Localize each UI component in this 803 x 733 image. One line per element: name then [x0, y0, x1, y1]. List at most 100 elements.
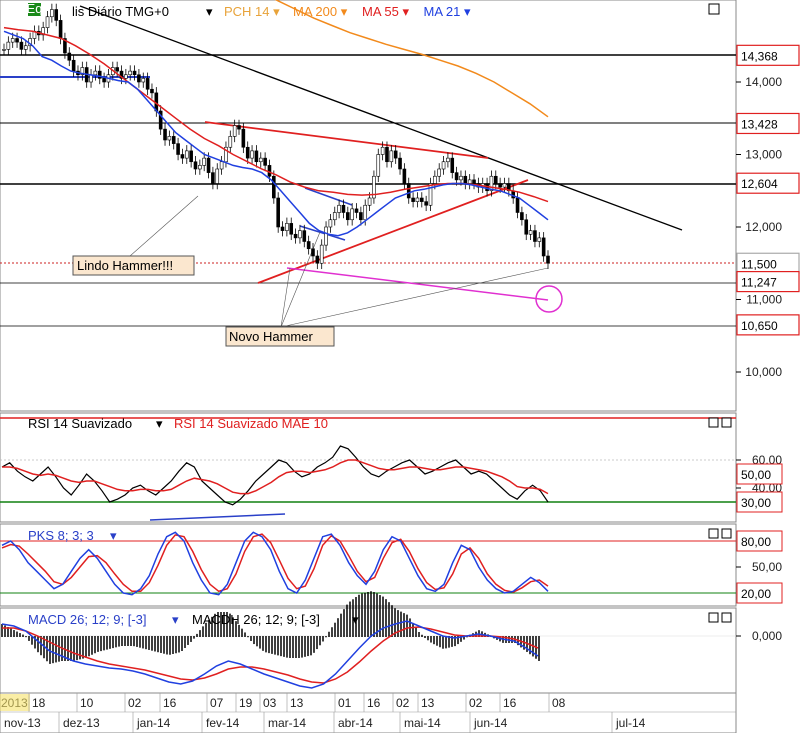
pks-title: PKS 8; 3; 3 [28, 528, 94, 543]
macd-tick-label: 0,000 [752, 629, 782, 643]
candle-body [93, 70, 98, 76]
candle-body [337, 204, 341, 213]
month-label: jun-14 [473, 716, 508, 730]
candle-body [276, 197, 280, 228]
candle-body [128, 70, 133, 76]
candle-body [102, 78, 106, 83]
candle-body [502, 183, 507, 188]
candle-body [19, 41, 24, 50]
candle-body [385, 146, 389, 163]
day-label: 16 [503, 696, 517, 710]
year-highlight [0, 694, 30, 711]
candle-body [454, 172, 459, 181]
chart-canvas: 60,0040,0050,0030,00 50,0080,0020,00 0,0… [0, 0, 800, 733]
candle-body [533, 230, 537, 242]
candle-body [524, 219, 529, 235]
candle-body [332, 212, 337, 221]
day-label: 02 [396, 696, 410, 710]
month-label: jul-14 [615, 716, 646, 730]
candle-body [424, 201, 428, 206]
day-label: 02 [469, 696, 483, 710]
candle-body [258, 157, 263, 163]
candle-body [228, 136, 233, 148]
indicator-label-0: PCH 14 ▾ [224, 4, 280, 19]
candle-body [2, 49, 6, 51]
candle-body [141, 78, 146, 83]
candle-body [350, 208, 354, 221]
price-tick-label: 10,000 [745, 365, 782, 379]
macd-restore-icon[interactable] [708, 612, 719, 623]
candle-body [180, 154, 185, 159]
candle-body [215, 168, 220, 184]
chart-title: lis Diário TMG+0 [72, 4, 169, 19]
title-dropdown-icon[interactable]: ▾ [206, 4, 213, 19]
pks-dropdown-icon[interactable]: ▾ [110, 528, 117, 543]
candle-body [285, 223, 289, 231]
candle-body [241, 128, 246, 148]
day-label: 13 [421, 696, 435, 710]
day-label: 13 [290, 696, 304, 710]
candle-body [398, 157, 402, 170]
price-tag-label: 12,604 [741, 177, 778, 191]
candle-body [528, 230, 533, 235]
macdh-dropdown-icon[interactable]: ▾ [352, 612, 359, 627]
candle-body [376, 154, 381, 177]
candle-body [45, 16, 50, 28]
candle-body [341, 204, 346, 213]
pks-restore-icon[interactable] [708, 528, 719, 539]
candle-body [324, 226, 328, 246]
price-tick-label: 14,000 [745, 75, 782, 89]
candle-body [137, 74, 141, 83]
candle-body [541, 237, 546, 257]
candle-body [328, 219, 333, 228]
price-tag-label: 10,650 [741, 319, 778, 333]
eq-badge-label: Eq [27, 1, 43, 16]
pks-tick-label: 50,00 [752, 560, 782, 574]
candle-body [132, 70, 137, 76]
rsi-tag-label: 50,00 [741, 468, 771, 482]
macd-dropdown-icon[interactable]: ▾ [172, 612, 179, 627]
macdh-title: MACDH 26; 12; 9; [-3] [192, 612, 320, 627]
macd-maximize-icon[interactable] [721, 612, 732, 623]
novo-hammer-label: Novo Hammer [229, 329, 313, 344]
rsi-dropdown-icon[interactable]: ▾ [156, 416, 163, 431]
candle-body [298, 230, 302, 239]
day-label: 19 [239, 696, 253, 710]
candle-body [150, 88, 154, 94]
month-label: jan-14 [136, 716, 171, 730]
month-label: fev-14 [206, 716, 240, 730]
rsi-title: RSI 14 Suavizado [28, 416, 132, 431]
candle-body [163, 128, 167, 141]
candle-body [145, 78, 150, 90]
candle-body [232, 125, 237, 137]
candle-body [254, 150, 259, 163]
candle-body [406, 183, 411, 199]
day-label: 16 [367, 696, 381, 710]
day-label: 16 [163, 696, 177, 710]
rsi-restore-icon[interactable] [708, 417, 719, 428]
candle-body [493, 175, 498, 184]
day-label: 02 [128, 696, 142, 710]
candle-body [389, 150, 394, 163]
month-label: mai-14 [404, 716, 441, 730]
indicator-label-2: MA 55 ▾ [362, 4, 409, 19]
candle-body [267, 165, 272, 177]
candle-body [546, 255, 550, 264]
candle-body [472, 179, 476, 184]
rsi-tag-label: 30,00 [741, 496, 771, 510]
price-tag-label: 13,428 [741, 117, 778, 131]
indicator-label-3: MA 21 ▾ [424, 4, 471, 19]
candle-body [245, 146, 250, 159]
candle-body [302, 230, 307, 242]
candle-body [6, 41, 11, 50]
candle-body [359, 212, 363, 221]
candle-body [71, 59, 76, 72]
pks-maximize-icon[interactable] [721, 528, 732, 539]
rsi-maximize-icon[interactable] [721, 417, 732, 428]
candle-body [23, 45, 28, 50]
candle-body [193, 161, 198, 170]
candle-body [402, 168, 407, 184]
maximize-icon[interactable] [708, 3, 720, 15]
candle-body [219, 161, 224, 170]
candle-body [206, 157, 211, 173]
